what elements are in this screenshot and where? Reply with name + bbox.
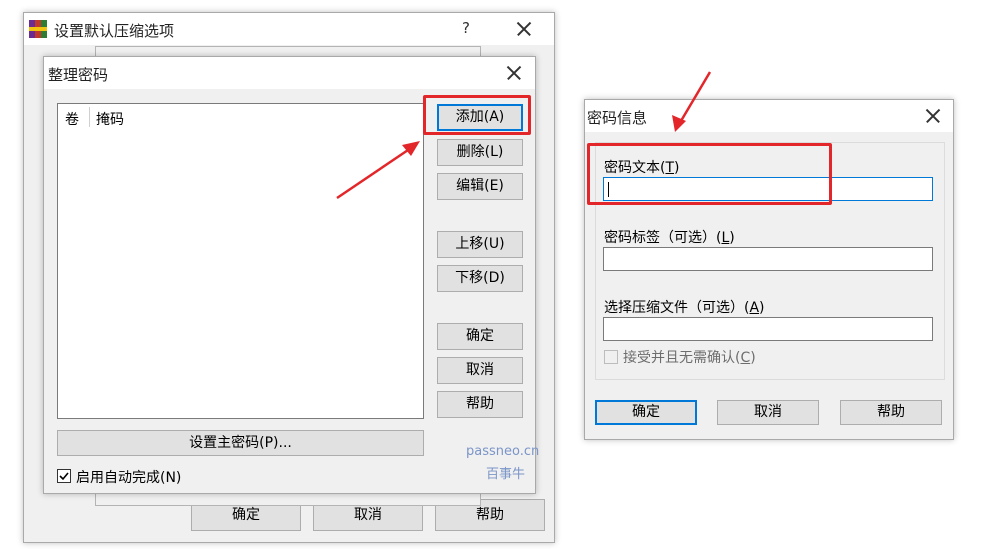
arrow-to-password-text-icon — [672, 71, 712, 132]
arrow-to-add-icon — [336, 141, 420, 200]
annotation-arrows — [336, 71, 712, 200]
